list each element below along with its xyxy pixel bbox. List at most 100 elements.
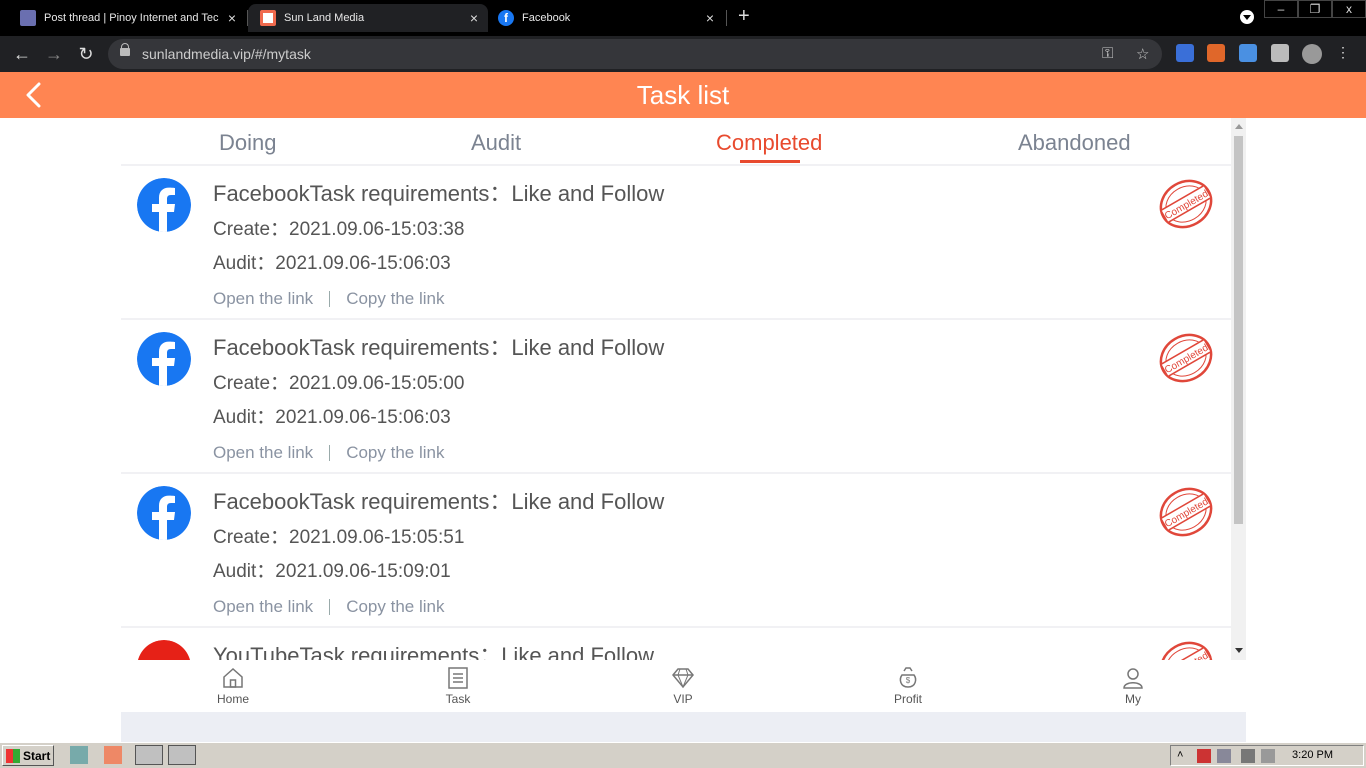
page-footer-strip: [121, 712, 1246, 742]
money-bag-icon: $: [899, 667, 917, 688]
minimize-button[interactable]: –: [1264, 0, 1298, 18]
back-arrow-icon[interactable]: ←: [10, 42, 34, 66]
task-create-time: Create：2021.09.06-15:05:51: [213, 527, 465, 548]
task-card: FacebookTask requirements：Like and Follo…: [121, 474, 1231, 626]
forward-arrow-icon[interactable]: →: [42, 42, 66, 66]
tab-audit[interactable]: Audit: [471, 130, 521, 156]
web-page: Task list Doing Audit Completed Abandone…: [0, 72, 1366, 742]
taskbar-app-button[interactable]: [168, 745, 196, 765]
tab-completed[interactable]: Completed: [716, 130, 822, 156]
tab-title: Facebook: [522, 12, 571, 24]
tray-network-icon[interactable]: [1241, 749, 1255, 763]
close-window-button[interactable]: x: [1332, 0, 1366, 18]
browser-toolbar: ← → ↻ sunlandmedia.vip/#/mytask ⚿ ☆ ⋮: [0, 36, 1366, 72]
nav-home[interactable]: Home: [193, 666, 273, 706]
status-tabs: Doing Audit Completed Abandoned: [121, 118, 1231, 164]
lock-icon: [120, 43, 130, 56]
completed-stamp-icon: Completed: [1159, 333, 1213, 383]
url-text: sunlandmedia.vip/#/mytask: [142, 46, 311, 62]
scroll-down-arrow-icon[interactable]: [1235, 648, 1243, 653]
facebook-icon: [137, 332, 191, 386]
nav-task[interactable]: Task: [418, 666, 498, 706]
extension-layers-icon[interactable]: [1239, 44, 1257, 62]
tray-security-icon[interactable]: [1197, 749, 1211, 763]
new-tab-button[interactable]: +: [738, 6, 750, 26]
completed-stamp-icon: Completed: [1159, 179, 1213, 229]
quicklaunch-media-icon[interactable]: [104, 746, 122, 764]
forum-favicon-icon: [20, 10, 36, 26]
tab-separator: [247, 10, 248, 26]
svg-text:$: $: [906, 676, 911, 685]
restore-button[interactable]: ❐: [1298, 0, 1332, 18]
tab-separator: [726, 10, 727, 26]
tray-printer-icon[interactable]: [1217, 749, 1231, 763]
browser-tab-sun-land-media[interactable]: Sun Land Media ×: [248, 4, 488, 32]
copy-link-button[interactable]: Copy the link: [346, 443, 444, 463]
tab-title: Post thread | Pinoy Internet and Tec: [44, 12, 219, 24]
extension-shield-icon[interactable]: [1176, 44, 1194, 62]
nav-label: My: [1125, 692, 1141, 706]
facebook-icon: [137, 178, 191, 232]
task-list: FacebookTask requirements：Like and Follo…: [121, 164, 1231, 660]
copy-link-button[interactable]: Copy the link: [346, 289, 444, 309]
windows-logo-icon: [6, 748, 20, 763]
page-title: Task list: [636, 80, 730, 110]
task-create-time: Create：2021.09.06-15:05:00: [213, 373, 465, 394]
task-list-icon: [448, 667, 468, 689]
task-actions: Open the link Copy the link: [213, 597, 444, 617]
divider: [329, 291, 331, 307]
bottom-navigation: Home Task VIP $ Profit My: [121, 660, 1246, 712]
nav-my[interactable]: My: [1093, 666, 1173, 706]
copy-link-button[interactable]: Copy the link: [346, 597, 444, 617]
task-create-time: Create：2021.09.06-15:03:38: [213, 219, 465, 240]
nav-profit[interactable]: $ Profit: [868, 666, 948, 706]
home-icon: [223, 667, 243, 688]
open-link-button[interactable]: Open the link: [213, 597, 313, 617]
task-audit-time: Audit：2021.09.06-15:09:01: [213, 561, 451, 582]
os-taskbar: Start ˄ 3:20 PM: [0, 742, 1366, 768]
scroll-up-arrow-icon[interactable]: [1235, 124, 1243, 129]
open-link-button[interactable]: Open the link: [213, 443, 313, 463]
nav-vip[interactable]: VIP: [643, 666, 723, 706]
close-tab-icon[interactable]: ×: [706, 10, 714, 26]
task-card: FacebookTask requirements：Like and Follo…: [121, 320, 1231, 472]
open-link-button[interactable]: Open the link: [213, 289, 313, 309]
tab-search-icon[interactable]: [1240, 10, 1254, 24]
task-audit-time: Audit：2021.09.06-15:06:03: [213, 253, 451, 274]
extensions-puzzle-icon[interactable]: [1271, 44, 1289, 62]
key-icon[interactable]: ⚿: [1102, 45, 1113, 62]
bookmark-star-icon[interactable]: ☆: [1136, 45, 1149, 63]
task-audit-time: Audit：2021.09.06-15:06:03: [213, 407, 451, 428]
scroll-thumb[interactable]: [1234, 136, 1243, 524]
list-scrollbar[interactable]: [1231, 118, 1246, 662]
user-icon: [1123, 668, 1143, 689]
tab-abandoned[interactable]: Abandoned: [1018, 130, 1131, 156]
close-tab-icon[interactable]: ×: [470, 10, 478, 26]
tab-doing[interactable]: Doing: [219, 130, 276, 156]
tray-expand-icon[interactable]: ˄: [1177, 749, 1183, 761]
facebook-favicon-icon: f: [498, 10, 514, 26]
nav-label: Home: [216, 692, 249, 706]
address-bar[interactable]: sunlandmedia.vip/#/mytask ⚿ ☆: [108, 39, 1162, 69]
extension-fox-icon[interactable]: [1207, 44, 1225, 62]
browser-tab-facebook[interactable]: f Facebook ×: [486, 4, 724, 32]
task-card: FacebookTask requirements：Like and Follo…: [121, 166, 1231, 318]
task-title: FacebookTask requirements：Like and Follo…: [213, 181, 665, 206]
divider: [329, 599, 331, 615]
task-card: YouTubeTask requirements：Like and Follow…: [121, 628, 1231, 660]
start-button[interactable]: Start: [2, 745, 54, 766]
profile-avatar[interactable]: [1302, 44, 1322, 64]
reload-icon[interactable]: ↻: [74, 42, 98, 66]
taskbar-chrome-button[interactable]: [135, 745, 163, 765]
browser-tab-post-thread[interactable]: Post thread | Pinoy Internet and Tec ×: [8, 4, 246, 32]
nav-label: Profit: [893, 692, 922, 706]
close-tab-icon[interactable]: ×: [228, 10, 236, 26]
task-title: FacebookTask requirements：Like and Follo…: [213, 489, 665, 514]
start-label: Start: [23, 748, 51, 763]
quicklaunch-desktop-icon[interactable]: [70, 746, 88, 764]
task-actions: Open the link Copy the link: [213, 443, 444, 463]
browser-tab-bar: Post thread | Pinoy Internet and Tec × S…: [0, 0, 1366, 36]
window-controls: – ❐ x: [1264, 0, 1366, 18]
menu-kebab-icon[interactable]: ⋮: [1336, 44, 1350, 62]
tray-volume-icon[interactable]: [1261, 749, 1275, 763]
